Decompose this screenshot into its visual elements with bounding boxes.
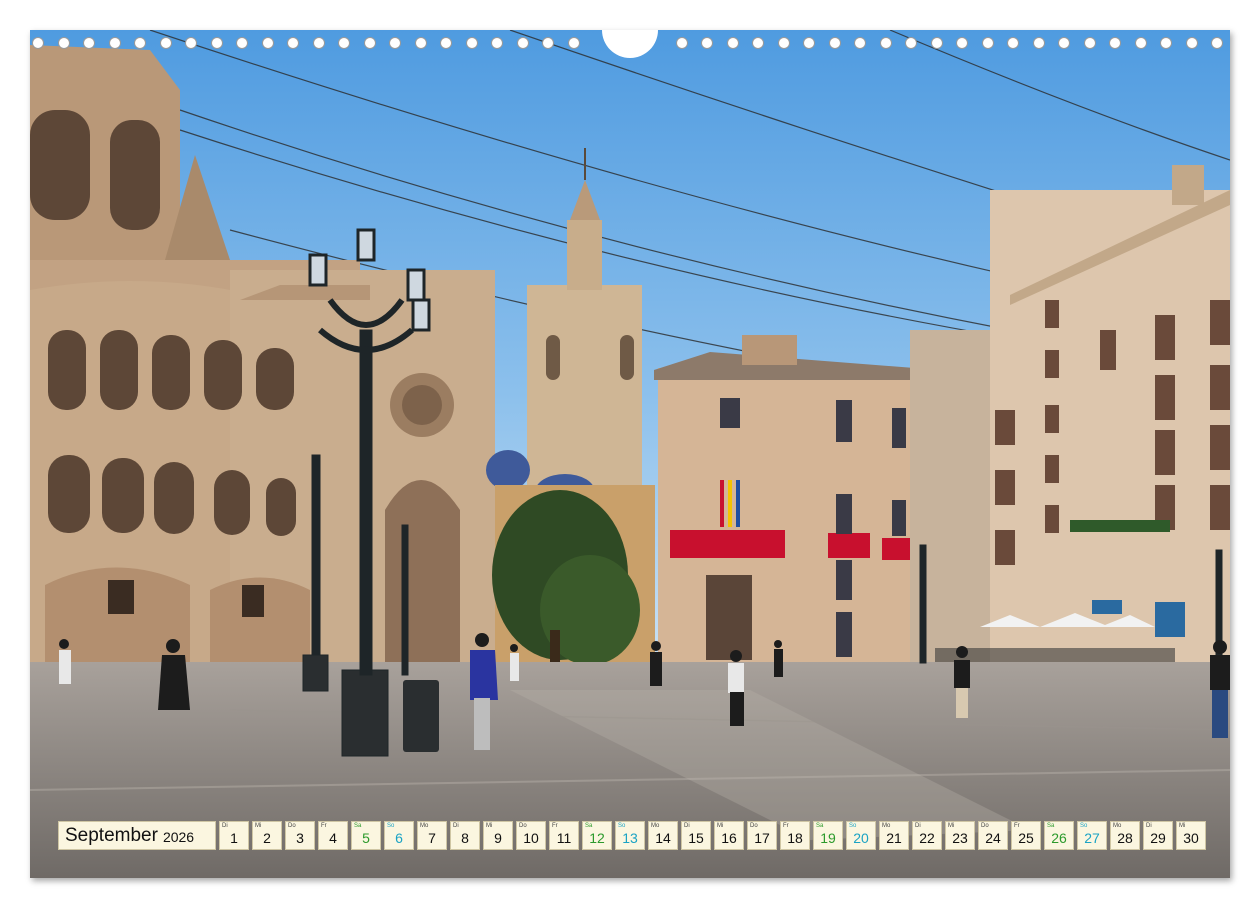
day-cell: Mi 23 bbox=[945, 821, 975, 850]
day-cell: Mo 21 bbox=[879, 821, 909, 850]
day-cell: Di 29 bbox=[1143, 821, 1173, 850]
day-cell: Sa 5 bbox=[351, 821, 381, 850]
weekday-abbrev: Sa bbox=[585, 823, 593, 829]
weekday-abbrev: Fr bbox=[783, 823, 789, 829]
weekday-abbrev: So bbox=[1080, 823, 1088, 829]
weekday-abbrev: Fr bbox=[1014, 823, 1020, 829]
day-cell: Mo 14 bbox=[648, 821, 678, 850]
day-number: 14 bbox=[655, 830, 671, 846]
day-number: 5 bbox=[362, 830, 370, 846]
day-cell: So 6 bbox=[384, 821, 414, 850]
day-cell: Sa 26 bbox=[1044, 821, 1074, 850]
weekday-abbrev: Mo bbox=[651, 823, 660, 829]
day-number: 13 bbox=[622, 830, 638, 846]
month-name: September bbox=[65, 824, 158, 846]
day-number: 28 bbox=[1117, 830, 1133, 846]
day-cell: So 20 bbox=[846, 821, 876, 850]
day-number: 8 bbox=[461, 830, 469, 846]
weekday-abbrev: Di bbox=[684, 823, 690, 829]
day-number: 25 bbox=[1018, 830, 1034, 846]
day-cell: Di 15 bbox=[681, 821, 711, 850]
day-number: 16 bbox=[721, 830, 737, 846]
day-cell: Fr 25 bbox=[1011, 821, 1041, 850]
day-number: 22 bbox=[919, 830, 935, 846]
day-number: 7 bbox=[428, 830, 436, 846]
day-number: 29 bbox=[1150, 830, 1166, 846]
day-number: 11 bbox=[556, 830, 572, 846]
weekday-abbrev: Mo bbox=[882, 823, 891, 829]
weekday-abbrev: So bbox=[849, 823, 857, 829]
day-number: 30 bbox=[1183, 830, 1199, 846]
day-cell: Do 10 bbox=[516, 821, 546, 850]
weekday-abbrev: Mi bbox=[1179, 823, 1186, 829]
day-number: 4 bbox=[329, 830, 337, 846]
day-number: 2 bbox=[263, 830, 271, 846]
day-cell: Mo 7 bbox=[417, 821, 447, 850]
weekday-abbrev: Mi bbox=[948, 823, 955, 829]
day-cell: Fr 4 bbox=[318, 821, 348, 850]
day-number: 26 bbox=[1051, 830, 1067, 846]
day-cell: Do 24 bbox=[978, 821, 1008, 850]
weekday-abbrev: Sa bbox=[354, 823, 362, 829]
weekday-abbrev: Mi bbox=[255, 823, 262, 829]
day-cell: Do 17 bbox=[747, 821, 777, 850]
day-cell: Fr 18 bbox=[780, 821, 810, 850]
day-cell: Do 3 bbox=[285, 821, 315, 850]
weekday-abbrev: Di bbox=[915, 823, 921, 829]
weekday-abbrev: Di bbox=[1146, 823, 1152, 829]
day-cell: Sa 12 bbox=[582, 821, 612, 850]
day-cell: Di 1 bbox=[219, 821, 249, 850]
day-cell: Mi 30 bbox=[1176, 821, 1206, 850]
day-number: 17 bbox=[754, 830, 770, 846]
weekday-abbrev: Do bbox=[288, 823, 296, 829]
day-number: 27 bbox=[1084, 830, 1100, 846]
day-number: 9 bbox=[494, 830, 502, 846]
weekday-abbrev: Mo bbox=[420, 823, 429, 829]
weekday-abbrev: So bbox=[387, 823, 395, 829]
day-cell: Mo 28 bbox=[1110, 821, 1140, 850]
day-cell: Mi 16 bbox=[714, 821, 744, 850]
day-number: 18 bbox=[787, 830, 803, 846]
day-cell: Di 8 bbox=[450, 821, 480, 850]
weekday-abbrev: Fr bbox=[552, 823, 558, 829]
day-number: 6 bbox=[395, 830, 403, 846]
weekday-abbrev: Do bbox=[981, 823, 989, 829]
weekday-abbrev: Sa bbox=[1047, 823, 1055, 829]
day-number: 19 bbox=[820, 830, 836, 846]
day-number: 21 bbox=[886, 830, 902, 846]
day-number: 10 bbox=[523, 830, 539, 846]
day-number: 24 bbox=[985, 830, 1001, 846]
calendar-page: September 2026 Di 1 Mi 2 Do 3 Fr 4 Sa 5 So 6 Mo 7 Di 8 M… bbox=[30, 30, 1230, 878]
weekday-abbrev: Fr bbox=[321, 823, 327, 829]
weekday-abbrev: So bbox=[618, 823, 626, 829]
day-number: 20 bbox=[853, 830, 869, 846]
weekday-abbrev: Mi bbox=[486, 823, 493, 829]
month-year: 2026 bbox=[162, 829, 195, 845]
day-cell: Di 22 bbox=[912, 821, 942, 850]
calendar-bar: September 2026 Di 1 Mi 2 Do 3 Fr 4 Sa 5 So 6 Mo 7 Di 8 M… bbox=[58, 821, 1206, 850]
day-cell: So 27 bbox=[1077, 821, 1107, 850]
plaza-photo bbox=[30, 30, 1230, 878]
day-number: 23 bbox=[952, 830, 968, 846]
day-cell: So 13 bbox=[615, 821, 645, 850]
day-number: 3 bbox=[296, 830, 304, 846]
weekday-abbrev: Di bbox=[453, 823, 459, 829]
weekday-abbrev: Do bbox=[750, 823, 758, 829]
day-number: 15 bbox=[688, 830, 704, 846]
day-number: 12 bbox=[589, 830, 605, 846]
day-cell: Fr 11 bbox=[549, 821, 579, 850]
weekday-abbrev: Do bbox=[519, 823, 527, 829]
day-number: 1 bbox=[230, 830, 238, 846]
day-cell: Mi 9 bbox=[483, 821, 513, 850]
weekday-abbrev: Di bbox=[222, 823, 228, 829]
day-cell: Mi 2 bbox=[252, 821, 282, 850]
weekday-abbrev: Mo bbox=[1113, 823, 1122, 829]
month-label-box: September 2026 bbox=[58, 821, 216, 850]
day-cell: Sa 19 bbox=[813, 821, 843, 850]
weekday-abbrev: Sa bbox=[816, 823, 824, 829]
weekday-abbrev: Mi bbox=[717, 823, 724, 829]
